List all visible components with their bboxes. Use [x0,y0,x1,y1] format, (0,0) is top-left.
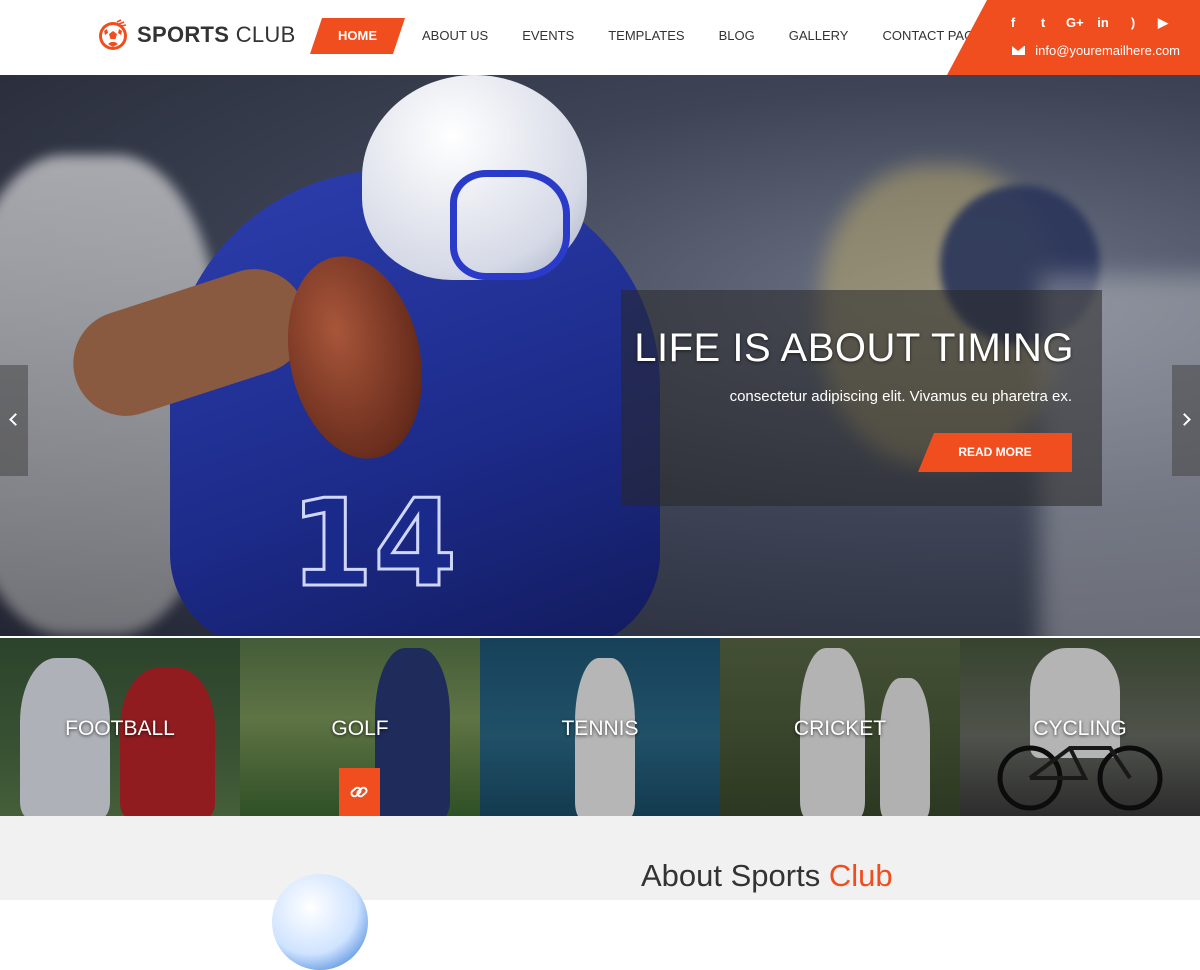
google-plus-icon[interactable]: G+ [1066,15,1084,31]
contact-topbar: f t G+ in ) ▶ info@youremailhere.com [947,0,1200,75]
category-golf[interactable]: GOLF [240,638,480,816]
brand-name: SPORTS CLUB [137,22,296,47]
site-header: SPORTS CLUB HOME ABOUT US EVENTS TEMPLAT… [0,0,1200,75]
soccer-ball-image [272,874,368,970]
chevron-left-icon [9,413,22,426]
category-football[interactable]: FOOTBALL [0,638,240,816]
nav-home[interactable]: HOME [310,18,405,54]
email-text: info@youremailhere.com [1035,43,1180,58]
category-label: FOOTBALL [65,717,175,740]
category-cricket[interactable]: CRICKET [720,638,960,816]
contact-email[interactable]: info@youremailhere.com [1012,43,1180,58]
sports-categories: FOOTBALL GOLF TENNIS CRICKET CYCLING [0,636,1200,816]
category-label: TENNIS [561,717,639,740]
nav-blog[interactable]: BLOG [702,18,772,54]
category-cycling[interactable]: CYCLING [960,638,1200,816]
read-more-button[interactable]: READ MORE [918,433,1072,472]
slide-subtitle: consectetur adipiscing elit. Vivamus eu … [729,388,1072,405]
about-section: About Sports Club [0,816,1200,970]
slider-prev-button[interactable] [0,365,28,476]
nav-events[interactable]: EVENTS [505,18,591,54]
hero-slider: 14 LIFE IS ABOUT TIMING consectetur adip… [0,75,1200,636]
link-button[interactable] [339,768,380,816]
nav-templates[interactable]: TEMPLATES [591,18,701,54]
slide-title: LIFE IS ABOUT TIMING [634,326,1074,370]
category-tennis[interactable]: TENNIS [480,638,720,816]
chevron-right-icon [1178,413,1191,426]
slide-caption: LIFE IS ABOUT TIMING consectetur adipisc… [621,290,1102,506]
youtube-icon[interactable]: ▶ [1156,15,1170,31]
hero-player-facemask [450,170,570,280]
envelope-icon [1012,46,1026,55]
social-links: f t G+ in ) ▶ [1006,15,1170,31]
about-title-main: About Sports [641,858,821,893]
site-logo[interactable]: SPORTS CLUB [97,19,296,51]
about-title-accent: Club [828,858,893,893]
jersey-number: 14 [289,474,459,616]
category-label: GOLF [331,717,389,740]
category-label: CYCLING [1033,717,1127,740]
nav-about-us[interactable]: ABOUT US [405,18,505,54]
rss-icon[interactable]: ) [1126,15,1140,31]
main-nav: HOME ABOUT US EVENTS TEMPLATES BLOG GALL… [310,18,1000,54]
soccer-ball-icon [99,19,127,50]
link-icon [350,786,368,798]
facebook-icon[interactable]: f [1006,15,1020,31]
category-label: CRICKET [793,717,887,740]
linkedin-icon[interactable]: in [1096,15,1110,31]
about-title: About Sports Club [641,858,893,894]
slider-next-button[interactable] [1172,365,1200,476]
twitter-icon[interactable]: t [1036,15,1050,31]
nav-gallery[interactable]: GALLERY [772,18,866,54]
